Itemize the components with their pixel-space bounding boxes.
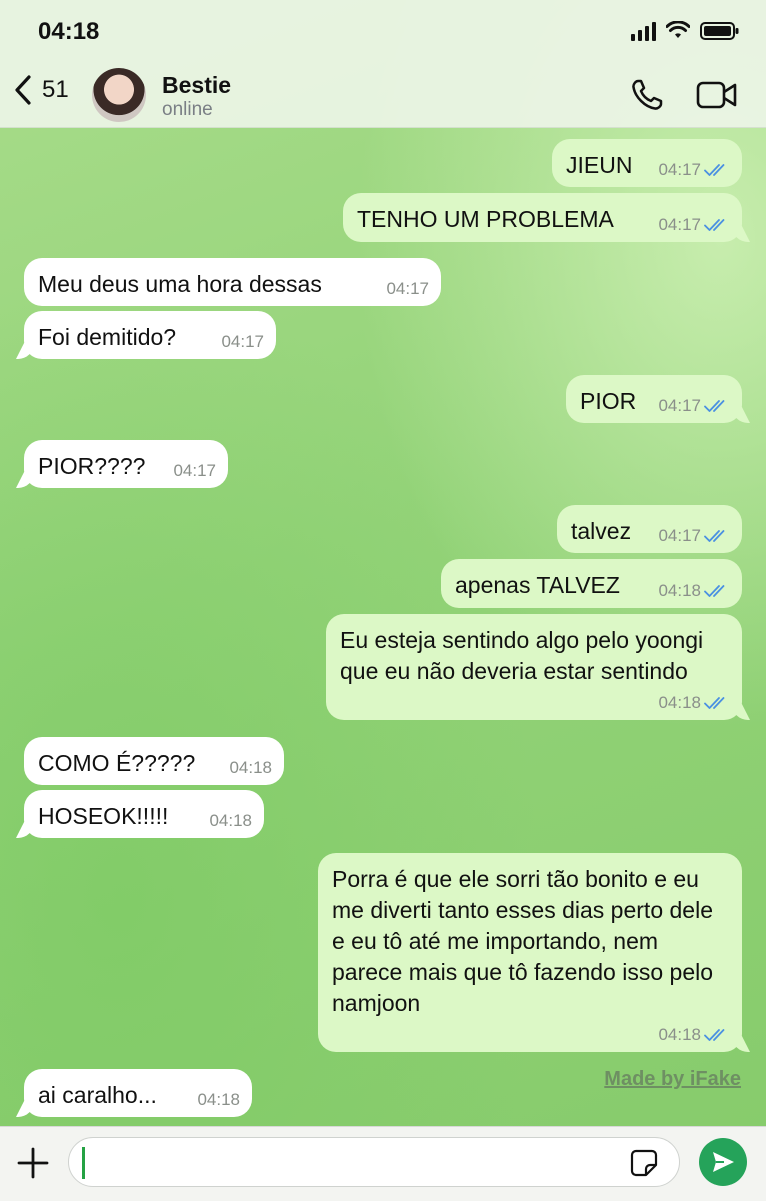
double-check-icon [704, 529, 725, 542]
avatar[interactable] [92, 68, 146, 122]
message-text: TENHO UM PROBLEMA [357, 206, 614, 232]
message-meta: 04:17 [658, 216, 730, 233]
message-time: 04:17 [173, 461, 216, 480]
message-meta: 04:18 [658, 694, 730, 711]
message-meta: 04:17 [386, 280, 429, 297]
double-check-icon [704, 1028, 725, 1041]
contact-name[interactable]: Bestie [162, 72, 231, 99]
status-time: 04:18 [38, 18, 100, 45]
message-time: 04:17 [221, 332, 264, 351]
chevron-left-icon [15, 75, 31, 105]
message-bubble-outgoing[interactable]: TENHO UM PROBLEMA 04:17 [343, 193, 742, 242]
message-bubble-incoming[interactable]: COMO É????? 04:18 [24, 737, 284, 785]
top-bar: 04:18 51 Bestie online [0, 0, 766, 128]
cellular-signal-icon [631, 21, 656, 41]
double-check-icon [704, 696, 725, 709]
message-meta: 04:18 [229, 759, 272, 776]
message-bubble-outgoing[interactable]: Eu esteja sentindo algo pelo yoongi que … [326, 614, 742, 720]
message-time: 04:18 [229, 758, 272, 777]
text-caret [82, 1147, 85, 1179]
message-text: PIOR???? [38, 453, 146, 479]
message-meta: 04:18 [209, 812, 252, 829]
message-time: 04:17 [658, 526, 701, 545]
message-text: Meu deus uma hora dessas [38, 271, 322, 297]
message-time: 04:18 [197, 1090, 240, 1109]
message-time: 04:18 [658, 1025, 701, 1044]
message-meta: 04:18 [658, 1026, 730, 1043]
double-check-icon [704, 584, 725, 597]
message-bubble-outgoing[interactable]: Porra é que ele sorri tão bonito e eu me… [318, 853, 742, 1052]
message-bubble-incoming[interactable]: Meu deus uma hora dessas 04:17 [24, 258, 441, 306]
message-text: PIOR [580, 388, 637, 414]
wifi-icon [666, 21, 690, 38]
battery-icon [700, 22, 739, 40]
message-input[interactable] [68, 1137, 680, 1187]
message-time: 04:18 [209, 811, 252, 830]
message-bubble-outgoing[interactable]: PIOR 04:17 [566, 375, 742, 423]
message-bubble-incoming[interactable]: PIOR???? 04:17 [24, 440, 228, 488]
message-time: 04:18 [658, 693, 701, 712]
message-meta: 04:17 [221, 333, 264, 350]
message-meta: 04:18 [658, 582, 730, 599]
message-text: Eu esteja sentindo algo pelo yoongi que … [340, 627, 704, 684]
sticker-icon[interactable] [630, 1149, 658, 1177]
message-text: JIEUN [566, 152, 633, 178]
message-meta: 04:17 [173, 462, 216, 479]
message-composer [0, 1126, 766, 1201]
message-text: HOSEOK!!!!! [38, 803, 169, 829]
plus-icon[interactable] [16, 1146, 50, 1180]
message-bubble-outgoing[interactable]: apenas TALVEZ 04:18 [441, 559, 742, 608]
message-bubble-incoming[interactable]: ai caralho... 04:18 [24, 1069, 252, 1117]
message-meta: 04:18 [197, 1091, 240, 1108]
message-bubble-outgoing[interactable]: JIEUN 04:17 [552, 139, 742, 187]
message-time: 04:17 [658, 160, 701, 179]
message-text: Porra é que ele sorri tão bonito e eu me… [332, 866, 714, 1016]
message-bubble-incoming[interactable]: Foi demitido? 04:17 [24, 311, 276, 359]
message-time: 04:17 [658, 396, 701, 415]
watermark-link[interactable]: Made by iFake [604, 1068, 741, 1091]
double-check-icon [704, 399, 725, 412]
message-text: ai caralho... [38, 1082, 157, 1108]
message-time: 04:17 [386, 279, 429, 298]
message-text: Foi demitido? [38, 324, 177, 350]
message-text: apenas TALVEZ [455, 572, 620, 598]
message-bubble-incoming[interactable]: HOSEOK!!!!! 04:18 [24, 790, 264, 838]
message-time: 04:18 [658, 581, 701, 600]
message-time: 04:17 [658, 215, 701, 234]
contact-status: online [162, 99, 213, 120]
status-icons [631, 20, 740, 42]
double-check-icon [704, 218, 725, 231]
send-icon [713, 1152, 734, 1172]
send-button[interactable] [699, 1138, 747, 1186]
message-meta: 04:17 [658, 527, 730, 544]
message-bubble-outgoing[interactable]: talvez 04:17 [557, 505, 742, 553]
unread-count: 51 [42, 76, 69, 103]
message-meta: 04:17 [658, 397, 730, 414]
double-check-icon [704, 163, 725, 176]
message-text: talvez [571, 518, 632, 544]
video-call-icon[interactable] [696, 80, 738, 110]
phone-call-icon[interactable] [630, 78, 664, 112]
back-button[interactable]: 51 [12, 74, 69, 106]
message-meta: 04:17 [658, 161, 730, 178]
message-text: COMO É????? [38, 750, 196, 776]
